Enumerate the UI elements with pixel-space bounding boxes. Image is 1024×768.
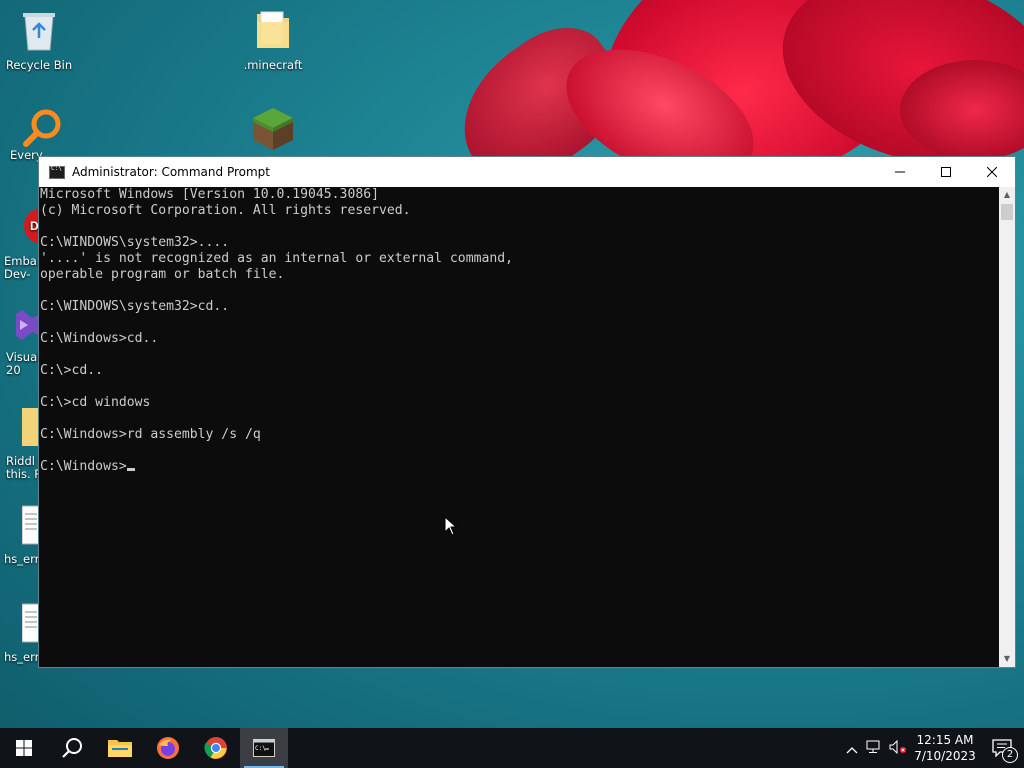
folder-icon — [108, 740, 132, 757]
minimize-button[interactable] — [877, 157, 923, 187]
svg-text:C:\: C:\ — [255, 745, 266, 752]
console-line: Microsoft Windows [Version 10.0.19045.30… — [40, 187, 379, 202]
start-button[interactable] — [0, 728, 48, 768]
action-center-button[interactable]: 2 — [980, 728, 1024, 768]
windows-logo-icon — [16, 740, 32, 756]
console-line: C:\WINDOWS\system32>.... — [40, 235, 230, 250]
close-button[interactable] — [969, 157, 1015, 187]
desktop-icon-label: Recycle Bin — [5, 58, 73, 72]
console-line: (c) Microsoft Corporation. All rights re… — [40, 203, 411, 218]
system-tray: 12:15 AM 7/10/2023 2 — [842, 728, 1024, 768]
search-button[interactable] — [48, 728, 96, 768]
minecraft-grass-block-icon — [253, 108, 293, 150]
show-hidden-icons-chevron-up-icon[interactable] — [842, 739, 862, 758]
desktop-icon-label: .minecraft — [243, 58, 303, 72]
clock-time: 12:15 AM — [916, 733, 974, 747]
command-prompt-window[interactable]: Administrator: Command Prompt Microsoft … — [38, 156, 1016, 668]
console-line: C:\>cd windows — [40, 395, 151, 410]
taskbar-firefox[interactable] — [144, 728, 192, 768]
console-line: C:\Windows> — [40, 459, 999, 475]
console-line: C:\Windows>rd assembly /s /q — [40, 427, 261, 442]
text-cursor — [126, 468, 135, 471]
scroll-down-arrow-icon[interactable]: ▼ — [999, 651, 1015, 667]
desktop-icon-minecraft-folder[interactable]: .minecraft — [236, 8, 310, 72]
desktop-icon-minecraft[interactable] — [236, 106, 310, 159]
minimize-icon — [895, 171, 905, 173]
mouse-pointer-icon — [444, 516, 458, 536]
console-line: '....' is not recognized as an internal … — [40, 251, 513, 266]
scroll-up-arrow-icon[interactable]: ▲ — [999, 187, 1015, 203]
desktop-icon-recycle-bin[interactable]: Recycle Bin — [2, 8, 76, 72]
window-titlebar[interactable]: Administrator: Command Prompt — [39, 157, 1015, 187]
console-line: C:\WINDOWS\system32>cd.. — [40, 299, 230, 314]
console-line: C:\>cd.. — [40, 363, 104, 378]
firefox-icon — [157, 737, 179, 759]
system-clock[interactable]: 12:15 AM 7/10/2023 — [910, 732, 980, 764]
taskbar-file-explorer[interactable] — [96, 728, 144, 768]
recycle-bin-icon — [23, 13, 55, 51]
cmd-icon: C:\ — [253, 739, 275, 757]
network-icon[interactable] — [862, 739, 886, 758]
desktop-icon-everything[interactable]: Every — [0, 108, 61, 162]
maximize-icon — [941, 167, 951, 177]
cmd-icon — [49, 165, 65, 179]
console-output[interactable]: Microsoft Windows [Version 10.0.19045.30… — [39, 187, 999, 667]
notification-count-badge: 2 — [1002, 747, 1018, 763]
folder-icon — [257, 11, 289, 48]
search-magnifier-icon — [23, 109, 61, 147]
console-line: operable program or batch file. — [40, 267, 285, 282]
maximize-button[interactable] — [923, 157, 969, 187]
taskbar: C:\ 12:15 AM 7/10/2023 2 — [0, 728, 1024, 768]
vertical-scrollbar[interactable]: ▲ ▼ — [999, 187, 1015, 667]
window-title: Administrator: Command Prompt — [72, 165, 270, 179]
close-icon — [987, 167, 997, 177]
volume-muted-icon[interactable] — [886, 739, 910, 758]
console-line: C:\Windows>cd.. — [40, 331, 159, 346]
clock-date: 7/10/2023 — [914, 749, 976, 763]
chrome-icon — [204, 737, 227, 759]
search-icon — [62, 738, 82, 758]
taskbar-chrome[interactable] — [192, 728, 240, 768]
scrollbar-thumb[interactable] — [1001, 204, 1013, 220]
taskbar-command-prompt[interactable]: C:\ — [240, 728, 288, 768]
